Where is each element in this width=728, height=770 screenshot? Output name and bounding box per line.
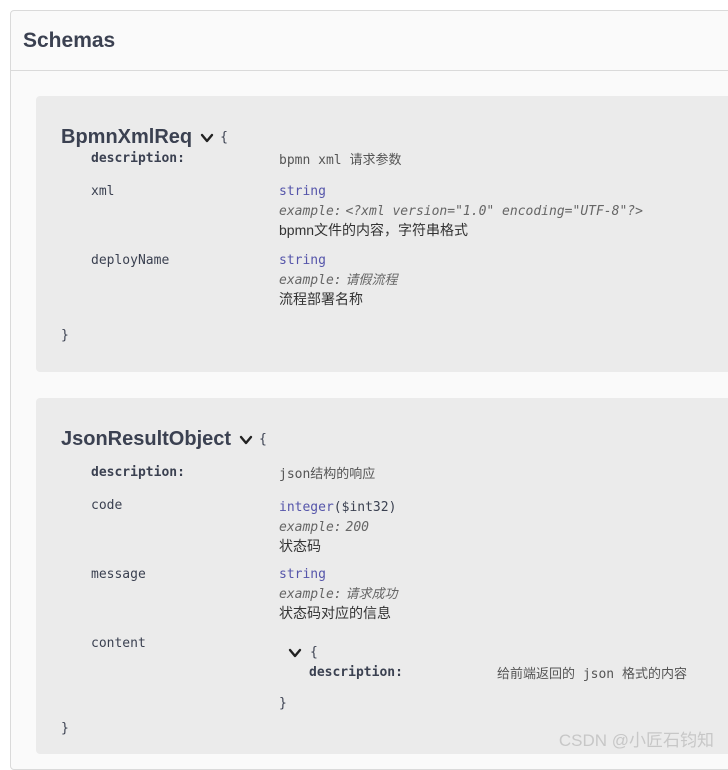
property-example: example: 200 xyxy=(279,520,369,535)
property-name: deployName xyxy=(91,253,170,268)
property-value: integer($int32) example: 200 状态码 xyxy=(279,497,396,555)
property-value: string example: 请假流程 流程部署名称 xyxy=(279,252,398,308)
model-header[interactable]: BpmnXmlReq { xyxy=(61,126,228,149)
watermark: CSDN @小匠石钧知 xyxy=(558,731,714,750)
property-name: xml xyxy=(91,184,115,199)
chevron-down-icon[interactable] xyxy=(288,646,302,660)
close-brace: } xyxy=(61,328,69,343)
chevron-down-icon[interactable] xyxy=(200,131,214,145)
property-example: example: 请假流程 xyxy=(279,273,398,288)
model-header[interactable]: JsonResultObject { xyxy=(61,428,267,451)
property-type: string xyxy=(279,567,326,582)
open-brace: { xyxy=(220,130,228,145)
property-format: ($int32) xyxy=(333,500,397,515)
property-example: example: <?xml version="1.0" encoding="U… xyxy=(279,204,643,219)
model-description: json结构的响应 xyxy=(279,467,376,482)
close-brace: } xyxy=(61,721,69,736)
nested-header[interactable]: { xyxy=(288,645,318,660)
property-description: 流程部署名称 xyxy=(279,291,363,307)
model-description: bpmn xml 请求参数 xyxy=(279,153,402,168)
chevron-down-icon[interactable] xyxy=(239,433,253,447)
open-brace: { xyxy=(310,645,318,660)
model-name[interactable]: BpmnXmlReq xyxy=(61,126,192,149)
description-label: description: xyxy=(91,151,185,166)
model-jsonresultobject: JsonResultObject { description: json结构的响… xyxy=(36,398,728,754)
property-name: content xyxy=(91,636,146,651)
property-description: 状态码对应的信息 xyxy=(279,605,391,621)
schemas-panel: Schemas BpmnXmlReq { description: bpmn x… xyxy=(10,10,728,770)
schemas-header[interactable]: Schemas xyxy=(11,11,728,71)
property-name: message xyxy=(91,567,146,582)
property-type: integer($int32) xyxy=(279,500,397,515)
property-type: string xyxy=(279,184,326,199)
property-value: string example: 请求成功 状态码对应的信息 xyxy=(279,566,398,622)
property-example: example: 请求成功 xyxy=(279,587,398,602)
model-name[interactable]: JsonResultObject xyxy=(61,428,231,451)
property-description: bpmn文件的内容，字符串格式 xyxy=(279,222,469,238)
property-name: code xyxy=(91,498,123,513)
property-value: string example: <?xml version="1.0" enco… xyxy=(279,183,643,239)
close-brace: } xyxy=(279,696,287,711)
model-bpmnxmlreq: BpmnXmlReq { description: bpmn xml 请求参数 … xyxy=(36,96,728,372)
description-label: description: xyxy=(309,665,403,680)
property-type: string xyxy=(279,253,326,268)
nested-description: 给前端返回的 json 格式的内容 xyxy=(497,667,687,682)
description-label: description: xyxy=(91,465,185,480)
open-brace: { xyxy=(259,432,267,447)
property-description: 状态码 xyxy=(279,538,321,554)
panel-title: Schemas xyxy=(23,28,116,52)
